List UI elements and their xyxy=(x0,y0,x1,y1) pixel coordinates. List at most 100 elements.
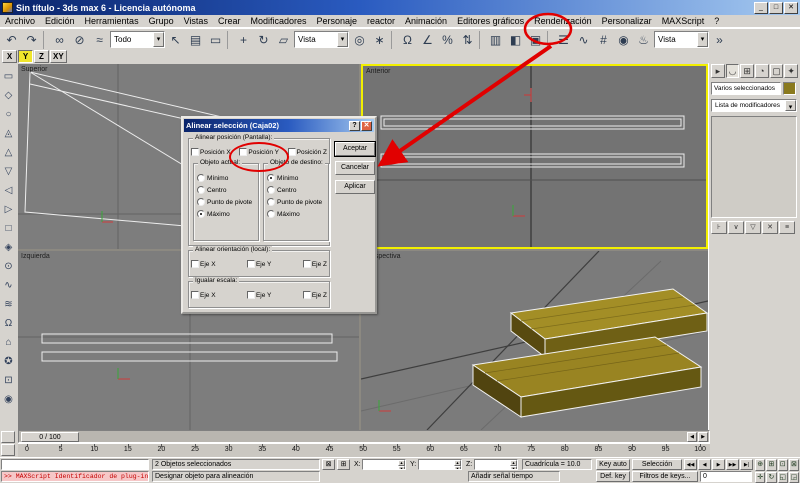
tab-hierarchy[interactable]: ⊞ xyxy=(740,64,755,78)
menu-item[interactable]: Personalizar xyxy=(597,16,657,26)
checkbox[interactable] xyxy=(191,291,199,299)
left-toolbar-icon[interactable]: △ xyxy=(2,145,16,159)
undo-icon[interactable]: ↶ xyxy=(2,30,21,49)
scale-icon[interactable]: ▱ xyxy=(274,30,293,49)
menu-item[interactable]: Modificadores xyxy=(245,16,311,26)
tab-create[interactable]: ▸ xyxy=(711,64,725,78)
menu-item[interactable]: Edición xyxy=(40,16,80,26)
zoom-all-icon[interactable]: ⊞ xyxy=(766,459,777,471)
set-key-button[interactable]: Def. key xyxy=(596,471,630,482)
axis-constraint-button[interactable]: X xyxy=(2,50,17,63)
radio-circle[interactable] xyxy=(197,186,205,194)
arc-rotate-icon[interactable]: ↻ xyxy=(766,471,777,483)
menu-item[interactable]: Renderización xyxy=(529,16,597,26)
snap-toggle-icon[interactable]: Ω xyxy=(398,30,417,49)
help-icon[interactable]: ? xyxy=(349,120,360,131)
zoom-extents-icon[interactable]: ⊡ xyxy=(777,459,788,471)
left-toolbar-icon[interactable]: ◬ xyxy=(2,126,16,140)
left-toolbar-icon[interactable]: ▷ xyxy=(2,202,16,216)
radio-option[interactable]: Máximo xyxy=(267,210,328,218)
dialog-title-bar[interactable]: Alinear selección (Caja02) ? ✕ xyxy=(184,119,374,132)
z-coordinate-field[interactable]: ▴ ▾ xyxy=(474,459,518,470)
chevron-down-icon[interactable]: ▾ xyxy=(785,100,796,111)
viewport-label[interactable]: Anterior xyxy=(366,68,391,75)
radio-option[interactable]: Centro xyxy=(197,186,258,194)
reference-coordinate-dropdown[interactable]: Vista ▾ xyxy=(294,31,349,48)
remove-modifier-icon[interactable]: ✕ xyxy=(762,221,778,234)
pan-icon[interactable]: ✛ xyxy=(755,471,766,483)
next-frame-button[interactable]: ▶▶ xyxy=(726,459,739,470)
configure-stack-icon[interactable]: ≡ xyxy=(779,221,795,234)
menu-item[interactable]: MAXScript xyxy=(657,16,710,26)
viewport-label[interactable]: Superior xyxy=(21,66,47,73)
menu-item[interactable]: Crear xyxy=(213,16,246,26)
timeline-ruler[interactable]: 0 5 10 15 20 25 30 35 40 45 50 55 60 65 70 75 80 85 90 95 10… xyxy=(18,443,710,457)
spinner-snap-icon[interactable]: ⇅ xyxy=(458,30,477,49)
spinner[interactable]: ▴ ▾ xyxy=(510,460,517,469)
close-button[interactable]: ✕ xyxy=(784,1,798,14)
chevron-down-icon[interactable]: ▾ xyxy=(697,32,708,47)
title-bar[interactable]: Sin título - 3ds max 6 - Licencia autóno… xyxy=(0,0,800,15)
prev-frame-button[interactable]: ◀ xyxy=(698,459,711,470)
play-button[interactable]: ▶ xyxy=(712,459,725,470)
left-toolbar-icon[interactable]: ◉ xyxy=(2,392,16,406)
axis-constraint-button[interactable]: XY xyxy=(50,50,67,63)
left-toolbar-icon[interactable]: ⊙ xyxy=(2,259,16,273)
select-by-name-icon[interactable]: ▤ xyxy=(186,30,205,49)
object-name-field[interactable]: Varios seleccionados xyxy=(711,82,781,95)
quick-render-icon[interactable]: » xyxy=(710,30,729,49)
layer-manager-icon[interactable]: ☰ xyxy=(554,30,573,49)
redo-icon[interactable]: ↷ xyxy=(22,30,41,49)
add-time-tag[interactable]: Añadir señal tiempo xyxy=(468,471,560,482)
cancel-button[interactable]: Cancelar xyxy=(335,161,375,175)
maximize-button[interactable]: □ xyxy=(769,1,783,14)
chevron-down-icon[interactable]: ▾ xyxy=(153,32,164,47)
axis-checkbox[interactable]: Eje X xyxy=(191,260,216,268)
close-icon[interactable]: ✕ xyxy=(361,120,372,131)
select-manipulate-icon[interactable]: ∗ xyxy=(370,30,389,49)
radio-option[interactable]: Punto de pivote xyxy=(267,198,328,206)
axis-constraint-button[interactable]: Z xyxy=(34,50,49,63)
maxscript-macro-line[interactable]: >> MAXScript Identificador de plug-in gu… xyxy=(1,471,149,482)
timeline-corner-icon[interactable] xyxy=(1,444,15,456)
make-unique-icon[interactable]: ▽ xyxy=(745,221,761,234)
minimize-button[interactable]: _ xyxy=(754,1,768,14)
spinner-down-icon[interactable]: ▾ xyxy=(454,466,461,469)
percent-snap-icon[interactable]: % xyxy=(438,30,457,49)
modifier-list-dropdown[interactable]: Lista de modificadores ▾ xyxy=(711,99,797,112)
menu-item[interactable]: reactor xyxy=(362,16,400,26)
region-select-icon[interactable]: ▭ xyxy=(206,30,225,49)
render-type-dropdown[interactable]: Vista ▾ xyxy=(654,31,709,48)
left-toolbar-icon[interactable]: ▽ xyxy=(2,164,16,178)
tab-modify[interactable]: ◡ xyxy=(725,64,740,78)
radio-circle[interactable] xyxy=(197,198,205,206)
viewport-front-active[interactable]: Anterior xyxy=(361,64,708,249)
render-scene-icon[interactable]: ♨ xyxy=(634,30,653,49)
left-toolbar-icon[interactable]: ○ xyxy=(2,107,16,121)
bind-spacewarp-icon[interactable]: ≈ xyxy=(90,30,109,49)
radio-circle[interactable] xyxy=(267,174,275,182)
menu-item[interactable]: Herramientas xyxy=(80,16,144,26)
tab-display[interactable]: ▢ xyxy=(769,64,784,78)
radio-option[interactable]: Punto de pivote xyxy=(197,198,258,206)
left-toolbar-icon[interactable]: ◇ xyxy=(2,88,16,102)
axis-checkbox[interactable]: Eje Y xyxy=(246,260,271,268)
unlink-icon[interactable]: ⊘ xyxy=(70,30,89,49)
ok-button[interactable]: Aceptar xyxy=(335,142,375,156)
tab-utilities[interactable]: ✦ xyxy=(784,64,799,78)
axis-checkbox[interactable]: Eje Y xyxy=(246,291,271,299)
spinner-down-icon[interactable]: ▾ xyxy=(398,466,405,469)
x-coordinate-field[interactable]: ▴ ▾ xyxy=(362,459,406,470)
viewport-label[interactable]: Izquierda xyxy=(21,253,50,260)
current-frame-field[interactable]: 0 xyxy=(700,471,752,482)
move-icon[interactable]: + xyxy=(234,30,253,49)
axis-checkbox[interactable]: Eje Z xyxy=(302,260,327,268)
min-max-toggle-icon[interactable]: ◲ xyxy=(788,471,799,483)
checkbox[interactable] xyxy=(302,291,311,299)
spinner[interactable]: ▴ ▾ xyxy=(398,460,405,469)
next-key-button[interactable]: ▶ xyxy=(698,432,708,442)
viewport-perspective[interactable]: Perspectiva xyxy=(361,251,708,430)
checkbox[interactable] xyxy=(246,260,255,268)
menu-item[interactable]: Animación xyxy=(400,16,452,26)
go-start-button[interactable]: ◀◀ xyxy=(684,459,697,470)
